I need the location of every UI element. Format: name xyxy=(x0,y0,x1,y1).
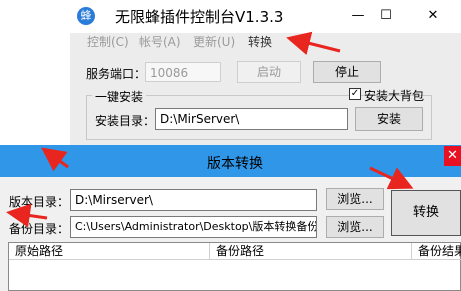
arrow-to-switch-title xyxy=(41,147,69,172)
arrow-to-convert-menu xyxy=(286,31,341,56)
arrow-to-backup-dir xyxy=(6,203,48,228)
arrow-to-convert-button xyxy=(369,166,414,190)
annotation-arrows xyxy=(6,31,414,228)
